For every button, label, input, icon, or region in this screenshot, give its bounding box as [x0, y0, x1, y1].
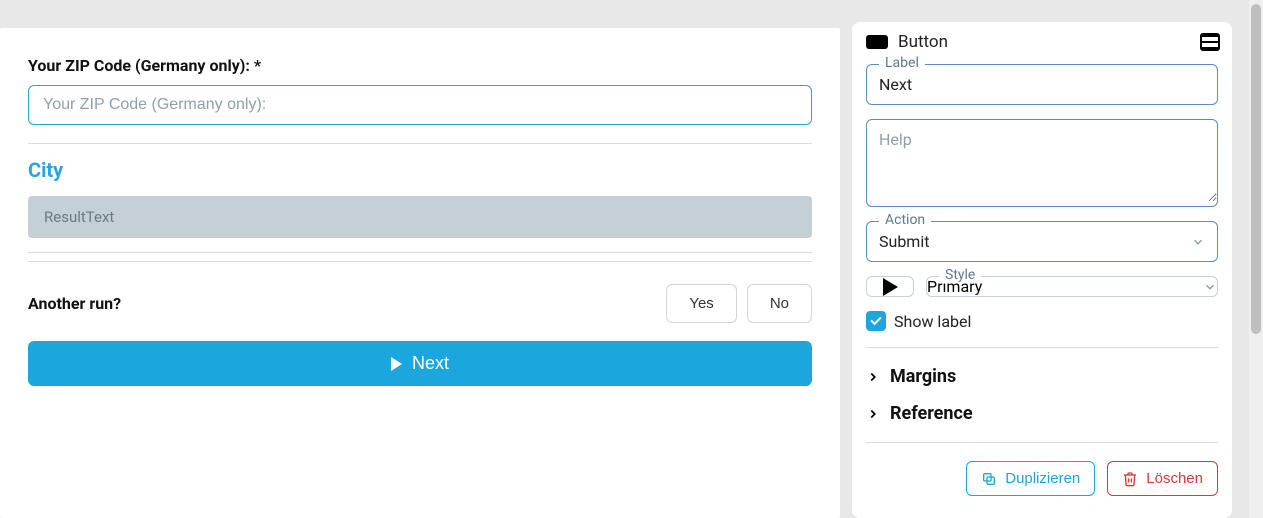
play-icon	[391, 357, 402, 371]
margins-section-toggle[interactable]: Margins	[866, 358, 1218, 395]
help-field[interactable]	[866, 119, 1218, 207]
chevron-right-icon	[866, 407, 880, 421]
list-icon[interactable]	[1202, 35, 1218, 49]
divider	[866, 347, 1218, 348]
no-button[interactable]: No	[747, 284, 812, 323]
city-result-text: ResultText	[28, 196, 812, 238]
show-label-checkbox[interactable]	[866, 311, 886, 331]
check-icon	[870, 314, 881, 325]
trash-icon	[1122, 471, 1138, 487]
element-type-label: Button	[898, 32, 1192, 52]
play-icon	[883, 278, 898, 296]
form-preview-panel: Your ZIP Code (Germany only): * City Res…	[0, 28, 840, 518]
zip-label: Your ZIP Code (Germany only): *	[28, 56, 812, 75]
margins-title: Margins	[890, 366, 956, 387]
label-field[interactable]: Label	[866, 64, 1218, 105]
action-value: Submit	[879, 232, 929, 251]
divider-double	[28, 252, 812, 262]
chevron-down-icon	[1203, 280, 1217, 294]
duplicate-button[interactable]: Duplizieren	[966, 461, 1095, 496]
reference-title: Reference	[890, 403, 973, 424]
yes-button[interactable]: Yes	[666, 284, 736, 323]
city-label: City	[28, 158, 812, 182]
copy-icon	[981, 471, 997, 487]
style-legend: Style	[939, 267, 981, 283]
preview-play-button[interactable]	[866, 276, 914, 297]
action-legend: Action	[879, 212, 931, 228]
divider	[866, 442, 1218, 443]
show-label-text: Show label	[894, 312, 971, 331]
zip-input[interactable]	[28, 85, 812, 125]
label-legend: Label	[879, 55, 925, 71]
chevron-right-icon	[866, 370, 880, 384]
chevron-down-icon	[1191, 235, 1205, 249]
scrollbar-thumb[interactable]	[1251, 4, 1261, 334]
help-textarea[interactable]	[867, 120, 1217, 202]
duplicate-label: Duplizieren	[1005, 470, 1080, 487]
properties-panel: Button Label Action Submit	[852, 22, 1232, 518]
next-button[interactable]: Next	[28, 341, 812, 386]
next-button-label: Next	[412, 353, 449, 374]
delete-button[interactable]: Löschen	[1107, 461, 1218, 496]
reference-section-toggle[interactable]: Reference	[866, 395, 1218, 432]
style-field[interactable]: Style Primary	[926, 276, 1218, 297]
delete-label: Löschen	[1146, 470, 1203, 487]
another-run-label: Another run?	[28, 294, 121, 313]
scrollbar-track[interactable]	[1249, 0, 1263, 518]
divider	[28, 143, 812, 144]
action-field[interactable]: Action Submit	[866, 221, 1218, 262]
button-element-icon	[866, 35, 888, 49]
